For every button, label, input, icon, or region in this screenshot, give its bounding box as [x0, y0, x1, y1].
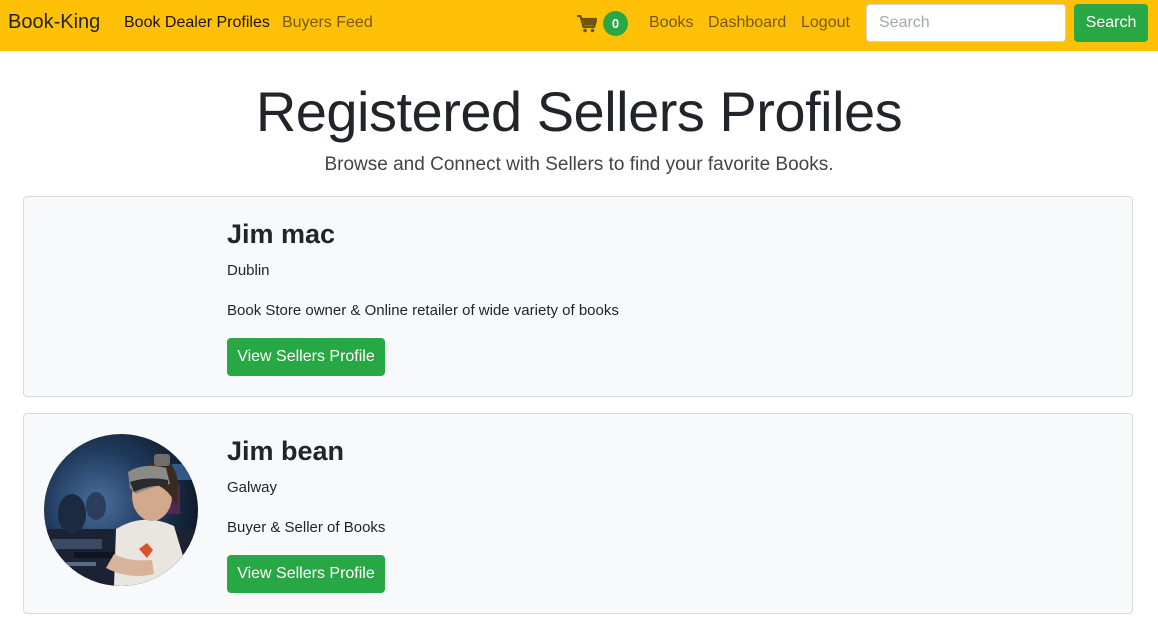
cart-count-badge: 0 [603, 11, 628, 36]
page-title: Registered Sellers Profiles [255, 80, 903, 143]
avatar-photo [44, 434, 198, 586]
seller-name: Jim mac [227, 219, 336, 249]
seller-name: Jim bean [227, 436, 345, 466]
view-sellers-profile-button[interactable]: View Sellers Profile [227, 338, 385, 376]
cart-button[interactable]: 0 [577, 11, 628, 36]
seller-description: Buyer & Seller of Books [227, 519, 386, 536]
seller-location: Galway [227, 479, 278, 496]
page-subtitle: Browse and Connect with Sellers to find … [324, 154, 834, 175]
search-button[interactable]: Search [1074, 4, 1148, 42]
nav-link-book-dealer-profiles[interactable]: Book Dealer Profiles [124, 14, 270, 32]
seller-avatar [44, 434, 198, 586]
seller-card: Jim mac Dublin Book Store owner & Online… [23, 196, 1133, 397]
nav-link-dashboard[interactable]: Dashboard [708, 14, 786, 32]
brand-logo-link[interactable]: Book-King [8, 11, 100, 34]
view-sellers-profile-button[interactable]: View Sellers Profile [227, 555, 385, 593]
seller-location: Dublin [227, 262, 270, 279]
seller-card: Jim bean Galway Buyer & Seller of Books … [23, 413, 1133, 614]
top-navbar: Book-King Book Dealer Profiles Buyers Fe… [0, 0, 1158, 51]
search-input[interactable] [866, 4, 1066, 42]
seller-description: Book Store owner & Online retailer of wi… [227, 302, 619, 319]
nav-link-logout[interactable]: Logout [801, 14, 850, 32]
shopping-cart-icon [577, 14, 597, 32]
nav-link-buyers-feed[interactable]: Buyers Feed [282, 14, 373, 32]
nav-link-books[interactable]: Books [649, 14, 693, 32]
